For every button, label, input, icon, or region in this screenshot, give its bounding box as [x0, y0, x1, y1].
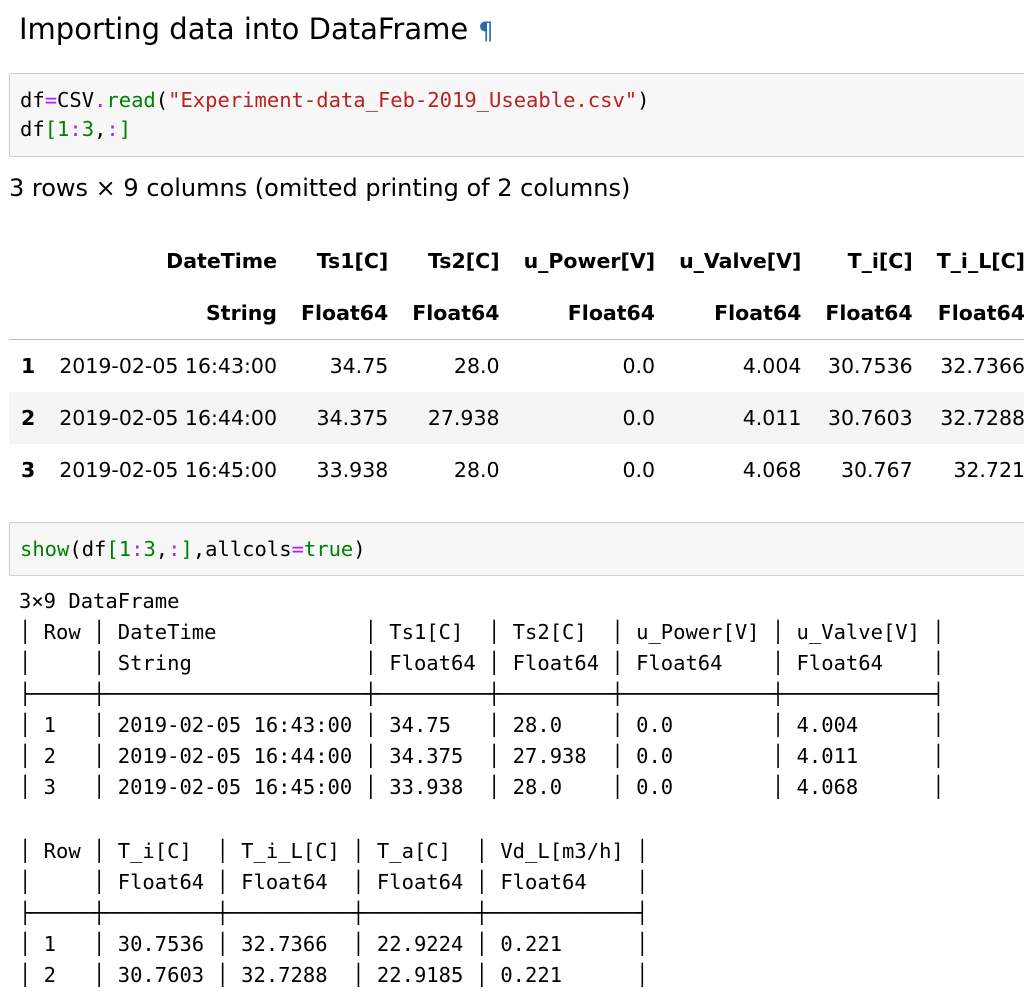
- code-var: df: [20, 117, 45, 141]
- code-number: 3: [143, 537, 156, 561]
- table-cell: 0.0: [622, 354, 656, 378]
- table-cell: 0.0: [622, 406, 656, 430]
- code-colon: :: [168, 537, 181, 561]
- table-cell: 27.938: [427, 406, 500, 430]
- table-row: 2 2019-02-05 16:44:00 34.375 27.938 0.0 …: [9, 392, 1024, 444]
- table-cell: 33.938: [316, 458, 389, 482]
- code-dot: .: [94, 88, 107, 112]
- table-cell: 4.004: [742, 354, 802, 378]
- code-colon: :: [131, 537, 144, 561]
- table-row: 3 2019-02-05 16:45:00 33.938 28.0 0.0 4.…: [9, 444, 1024, 496]
- code-keyword-true: true: [303, 537, 354, 561]
- header-row: DateTime Ts1[C] Ts2[C] u_Power[V] u_Valv…: [9, 235, 1024, 287]
- row-index: 2: [21, 406, 36, 430]
- table-cell: 2019-02-05 16:45:00: [59, 458, 277, 482]
- table-cell: 28.0: [453, 354, 500, 378]
- table-cell: 34.75: [329, 354, 389, 378]
- code-method: read: [106, 88, 156, 112]
- show-output-part1: 3×9 DataFrame │ Row │ DateTime │ Ts1[C] …: [19, 589, 945, 799]
- code-function: show: [20, 537, 70, 561]
- section-title: Importing data into DataFrame: [19, 12, 469, 46]
- type-cell: Float64: [813, 287, 925, 340]
- type-cell: Float64: [289, 287, 401, 340]
- code-comma: ,: [94, 117, 107, 141]
- type-cell: Float64: [667, 287, 814, 340]
- section-heading: Importing data into DataFrame ¶: [19, 10, 494, 50]
- code-bracket-open: [: [106, 537, 119, 561]
- code-var: df: [81, 537, 107, 561]
- header-cell: T_i[C]: [847, 249, 913, 273]
- type-cell: Float64: [400, 287, 512, 340]
- code-bracket-open: [: [44, 117, 58, 141]
- code-paren-close: ): [353, 537, 366, 561]
- header-cell: Ts1[C]: [316, 249, 389, 273]
- type-cell: Float64: [924, 287, 1024, 340]
- table-cell: 32.7288: [940, 406, 1024, 430]
- code-paren-close: ): [637, 88, 650, 112]
- code-object: CSV: [57, 88, 95, 112]
- code-number: 1: [118, 537, 132, 561]
- type-cell: String: [47, 287, 289, 340]
- table-cell: 30.767: [840, 458, 913, 482]
- code-cell-read-csv[interactable]: df=CSV.read("Experiment-data_Feb-2019_Us…: [9, 73, 1024, 157]
- table-cell: 4.068: [742, 458, 802, 482]
- code-comma: ,: [192, 537, 206, 561]
- code-colon: :: [106, 117, 119, 141]
- dataframe-table: DateTime Ts1[C] Ts2[C] u_Power[V] u_Valv…: [9, 235, 1024, 496]
- code-bracket-close: ]: [118, 117, 132, 141]
- type-cell-row-index: [9, 287, 48, 340]
- code-comma: ,: [155, 537, 169, 561]
- dataframe-summary: 3 rows × 9 columns (omitted printing of …: [9, 174, 631, 202]
- code-colon: :: [69, 117, 82, 141]
- table-row: 1 2019-02-05 16:43:00 34.75 28.0 0.0 4.0…: [9, 340, 1024, 393]
- code-number: 1: [57, 117, 70, 141]
- code-operator: =: [44, 88, 58, 112]
- code-var: df: [20, 88, 45, 112]
- header-cell: T_i_L[C]: [936, 249, 1024, 273]
- code-bracket-close: ]: [180, 537, 193, 561]
- pilcrow-anchor-link[interactable]: ¶: [478, 17, 493, 45]
- header-cell-row-index: [9, 235, 47, 287]
- table-cell: 30.7536: [827, 354, 913, 378]
- header-cell: Ts2[C]: [428, 249, 500, 273]
- code-number: 3: [81, 117, 95, 141]
- row-index: 3: [21, 458, 36, 482]
- table-cell: 0.0: [622, 458, 656, 482]
- type-cell: Float64: [511, 287, 668, 340]
- code-string: "Experiment-data_Feb-2019_Useable.csv": [168, 88, 638, 112]
- header-cell: u_Power[V]: [523, 249, 656, 273]
- type-row: String Float64 Float64 Float64 Float64 F…: [9, 287, 1024, 340]
- header-cell: DateTime: [166, 249, 277, 273]
- table-cell: 2019-02-05 16:44:00: [59, 406, 277, 430]
- table-cell: 4.011: [742, 406, 802, 430]
- show-output-part2: │ Row │ T_i[C] │ T_i_L[C] │ T_a[C] │ Vd_…: [19, 839, 649, 987]
- code-paren-open: (: [69, 537, 82, 561]
- table-cell: 2019-02-05 16:43:00: [59, 354, 277, 378]
- code-paren-open: (: [155, 88, 169, 112]
- table-cell: 32.7366: [940, 354, 1024, 378]
- code-kwarg: allcols: [205, 537, 292, 561]
- code-cell-show-allcols[interactable]: show(df[1:3,:],allcols=true): [9, 522, 1024, 576]
- table-cell: 30.7603: [827, 406, 913, 430]
- code-equals: =: [291, 537, 304, 561]
- table-cell: 34.375: [316, 406, 389, 430]
- table-cell: 28.0: [453, 458, 500, 482]
- header-cell: u_Valve[V]: [679, 249, 802, 273]
- table-cell: 32.721: [953, 458, 1024, 482]
- row-index: 1: [21, 354, 36, 378]
